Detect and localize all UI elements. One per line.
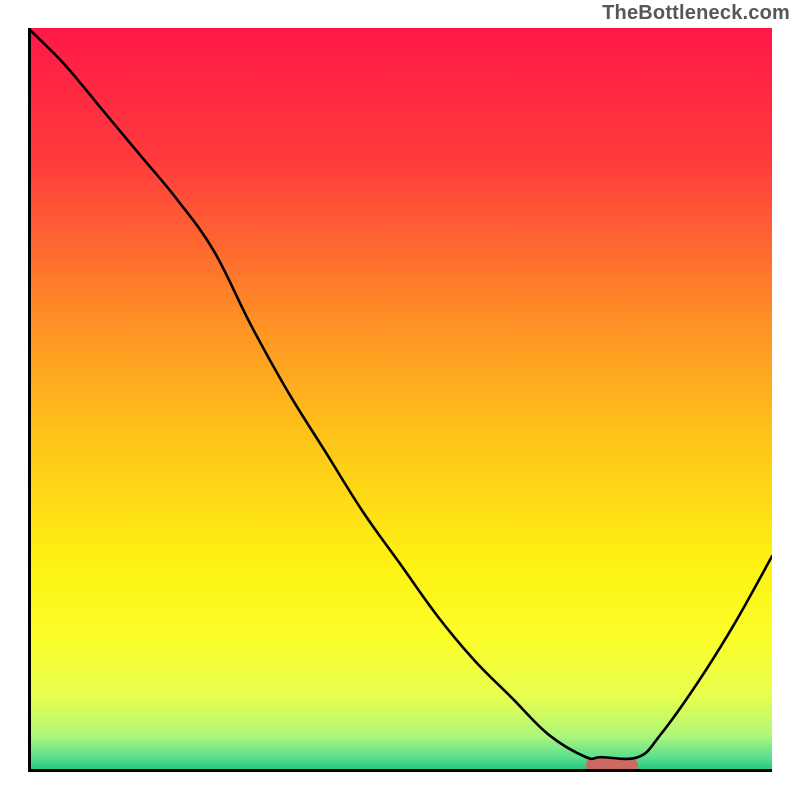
- chart-container: TheBottleneck.com: [0, 0, 800, 800]
- plot-area: [28, 28, 772, 772]
- x-axis: [28, 769, 772, 772]
- y-axis: [28, 28, 31, 772]
- bottleneck-curve: [28, 28, 772, 772]
- watermark-text: TheBottleneck.com: [602, 2, 790, 25]
